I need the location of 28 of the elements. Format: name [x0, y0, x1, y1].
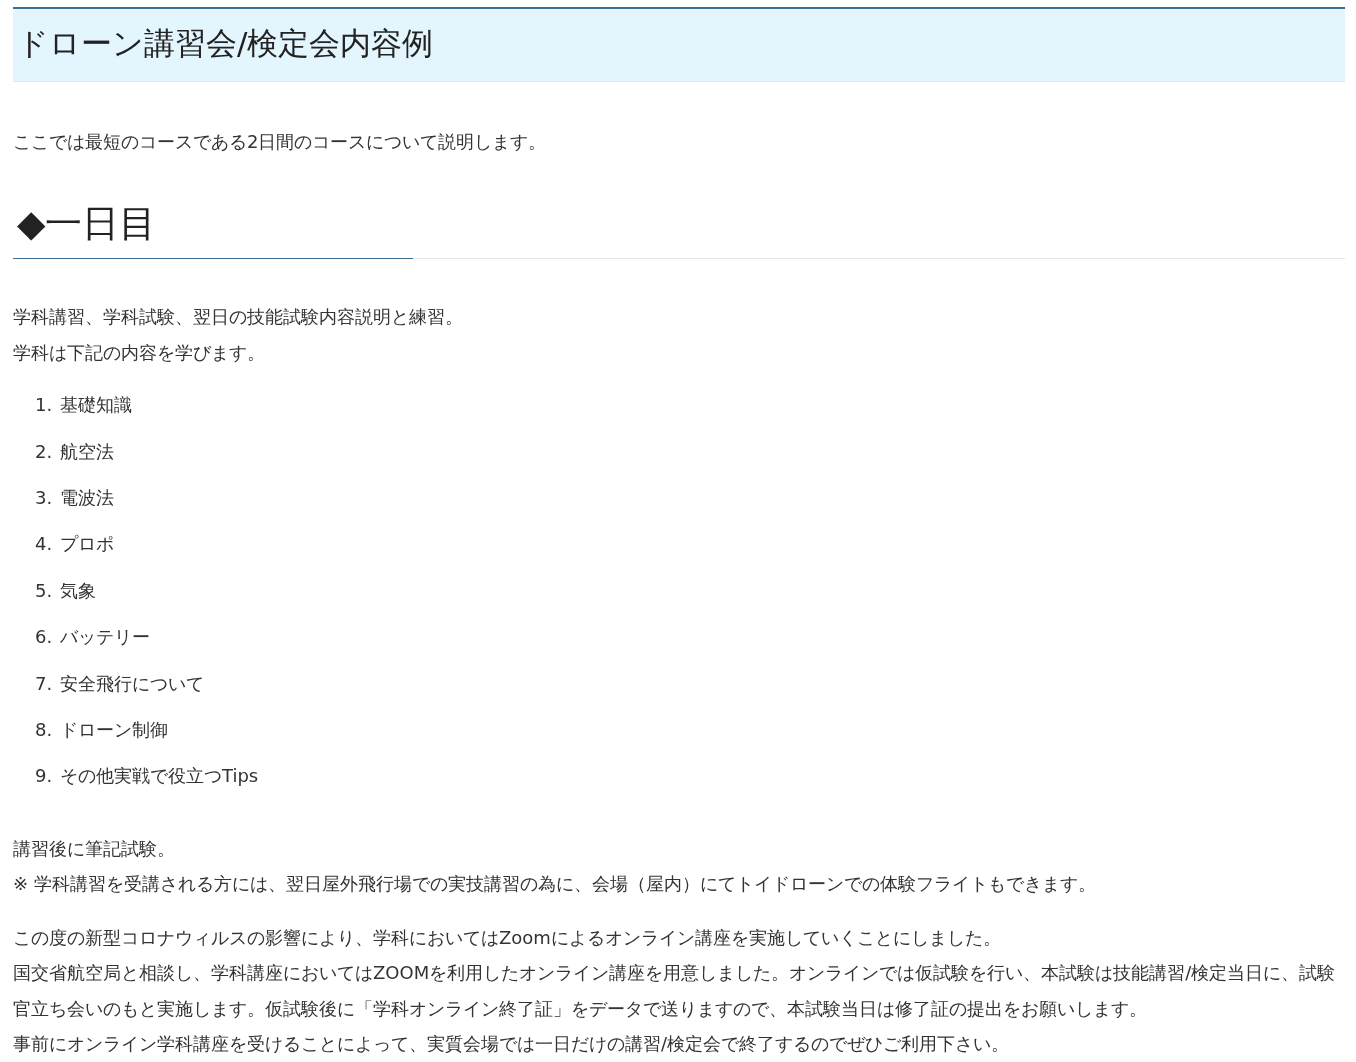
section-heading: ◆一日目 [16, 200, 158, 247]
list-number: 1. [35, 393, 54, 418]
paragraph-line: この度の新型コロナウィルスの影響により、学科においてはZoomによるオンライン講座を実施していくことにしました。 [13, 925, 1002, 950]
paragraph-line: ここでは最短のコースである2日間のコースについて説明します。 [13, 130, 548, 155]
list-number: 7. [35, 671, 54, 696]
page-title: ドローン講習会/検定会内容例 [16, 24, 435, 63]
list-number: 9. [35, 764, 54, 789]
list-item-text: ドローン制御 [60, 717, 168, 742]
list-number: 5. [35, 578, 54, 603]
list-item-text: 電波法 [60, 485, 114, 510]
list-item-text: 基礎知識 [60, 393, 132, 418]
paragraph-line: 学科は下記の内容を学びます。 [13, 340, 266, 365]
list-item-text: 気象 [60, 578, 96, 603]
list-number: 2. [35, 439, 54, 464]
list-item-text: バッテリー [60, 625, 150, 650]
paragraph-line: 事前にオンライン学科講座を受けることによって、実質会場では一日だけの講習/検定会で終了するのでぜひご利用下さい。 [13, 1032, 1011, 1057]
paragraph-line: 国交省航空局と相談し、学科講座においてはZOOMを利用したオンライン講座を用意しました。オンラインでは仮試験を行い、本試験は技能講習/検定当日に、試験官立ち会いのもと実施します。仮試験後に「学科オンライン終了証」をデータで送りますので、本試験当日は修了証の提出をお願いします。 [13, 961, 1337, 1021]
list-number: 6. [35, 625, 54, 650]
paragraph-line: 学科講習、学科試験、翌日の技能試験内容説明と練習。 [13, 305, 464, 330]
list-item-text: 安全飛行について [60, 671, 204, 696]
list-number: 4. [35, 532, 54, 557]
paragraph-line: 講習後に筆記試験。 [13, 836, 176, 861]
list-number: 3. [35, 485, 54, 510]
paragraph-line: ※ 学科講習を受講される方には、翌日屋外飛行場での実技講習の為に、会場（屋内）にてトイドローンでの体験フライトもできます。 [13, 872, 1097, 897]
list-item-text: プロポ [60, 532, 114, 557]
list-item-text: 航空法 [60, 439, 114, 464]
list-item-text: その他実戦で役立つTips [60, 764, 259, 789]
list-number: 8. [35, 717, 54, 742]
